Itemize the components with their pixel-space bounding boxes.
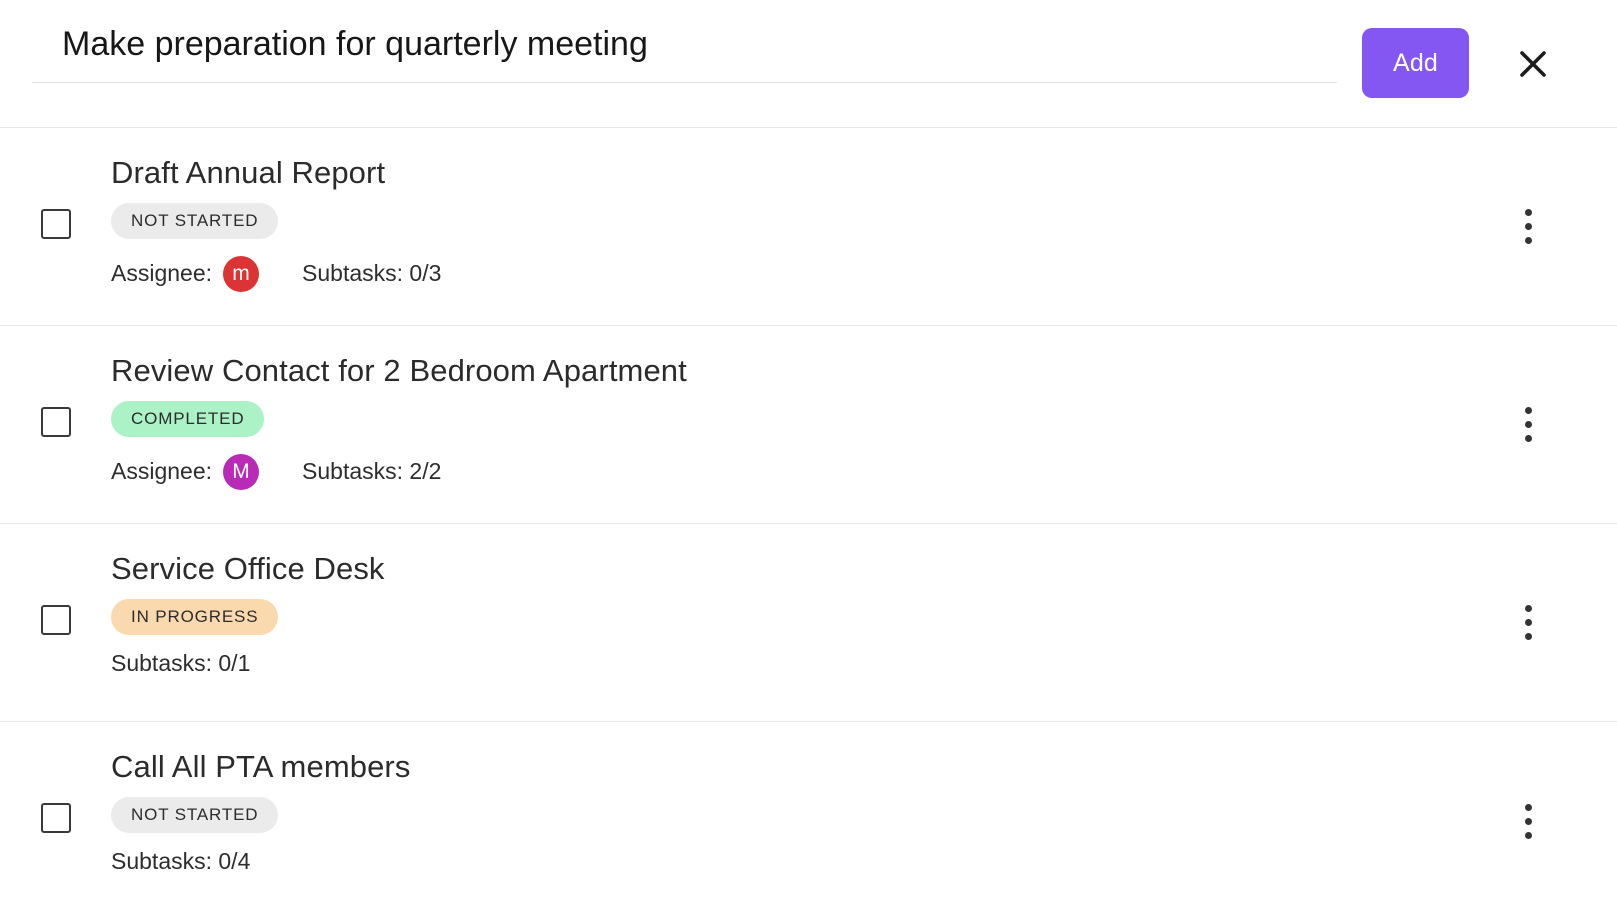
task-title-field	[32, 22, 1337, 83]
task-editor-panel: Add Draft Annual Report NOT STARTED Assi…	[0, 0, 1617, 924]
task-meta: Subtasks: 0/1	[111, 649, 1617, 676]
status-badge: NOT STARTED	[111, 202, 279, 239]
task-title: Review Contact for 2 Bedroom Apartment	[111, 353, 687, 388]
task-title: Draft Annual Report	[111, 155, 386, 190]
row-more-button[interactable]	[1507, 597, 1549, 649]
more-vertical-icon	[1524, 605, 1532, 640]
task-meta: Assignee: M Subtasks: 2/2	[111, 453, 1617, 490]
panel-header: Add	[0, 0, 1617, 128]
more-vertical-icon	[1524, 407, 1532, 442]
add-button[interactable]: Add	[1362, 28, 1469, 98]
task-checkbox-cell	[0, 524, 111, 635]
task-meta: Subtasks: 0/4	[111, 847, 1617, 874]
assignee-label: Assignee:	[111, 260, 213, 287]
task-complete-checkbox[interactable]	[40, 209, 71, 239]
task-row[interactable]: Draft Annual Report NOT STARTED Assignee…	[0, 128, 1617, 326]
task-title: Service Office Desk	[111, 551, 385, 586]
task-row[interactable]: Review Contact for 2 Bedroom Apartment C…	[0, 326, 1617, 524]
task-checkbox-cell	[0, 722, 111, 833]
task-title-input[interactable]	[32, 22, 1337, 82]
more-vertical-icon	[1524, 803, 1532, 839]
task-row[interactable]: Call All PTA members NOT STARTED Subtask…	[0, 722, 1617, 920]
assignee-avatar[interactable]: M	[223, 453, 260, 490]
task-complete-checkbox[interactable]	[40, 605, 71, 635]
subtasks-count: Subtasks: 0/1	[111, 649, 251, 676]
task-checkbox-cell	[0, 326, 111, 437]
assignee-avatar[interactable]: m	[223, 255, 260, 292]
task-body: Call All PTA members NOT STARTED Subtask…	[111, 722, 1617, 873]
subtasks-count: Subtasks: 0/3	[302, 260, 442, 287]
task-complete-checkbox[interactable]	[40, 407, 71, 437]
row-more-button[interactable]	[1507, 201, 1549, 253]
status-badge: COMPLETED	[111, 400, 265, 437]
task-body: Service Office Desk IN PROGRESS Subtasks…	[111, 524, 1617, 675]
task-complete-checkbox[interactable]	[40, 803, 71, 833]
task-row[interactable]: Service Office Desk IN PROGRESS Subtasks…	[0, 524, 1617, 722]
task-meta: Assignee: m Subtasks: 0/3	[111, 255, 1617, 292]
assignee-label: Assignee:	[111, 458, 213, 485]
status-badge: NOT STARTED	[111, 796, 279, 833]
subtasks-count: Subtasks: 0/4	[111, 847, 251, 874]
task-body: Review Contact for 2 Bedroom Apartment C…	[111, 326, 1617, 490]
close-icon	[1516, 47, 1550, 81]
row-more-button[interactable]	[1507, 399, 1549, 451]
task-title: Call All PTA members	[111, 749, 411, 784]
close-button[interactable]	[1511, 42, 1555, 86]
title-input-underline	[32, 81, 1337, 83]
task-body: Draft Annual Report NOT STARTED Assignee…	[111, 128, 1617, 292]
row-more-button[interactable]	[1507, 795, 1549, 847]
more-vertical-icon	[1524, 209, 1532, 244]
status-badge: IN PROGRESS	[111, 598, 279, 635]
task-checkbox-cell	[0, 128, 111, 239]
task-list: Draft Annual Report NOT STARTED Assignee…	[0, 128, 1617, 920]
subtasks-count: Subtasks: 2/2	[302, 458, 442, 485]
